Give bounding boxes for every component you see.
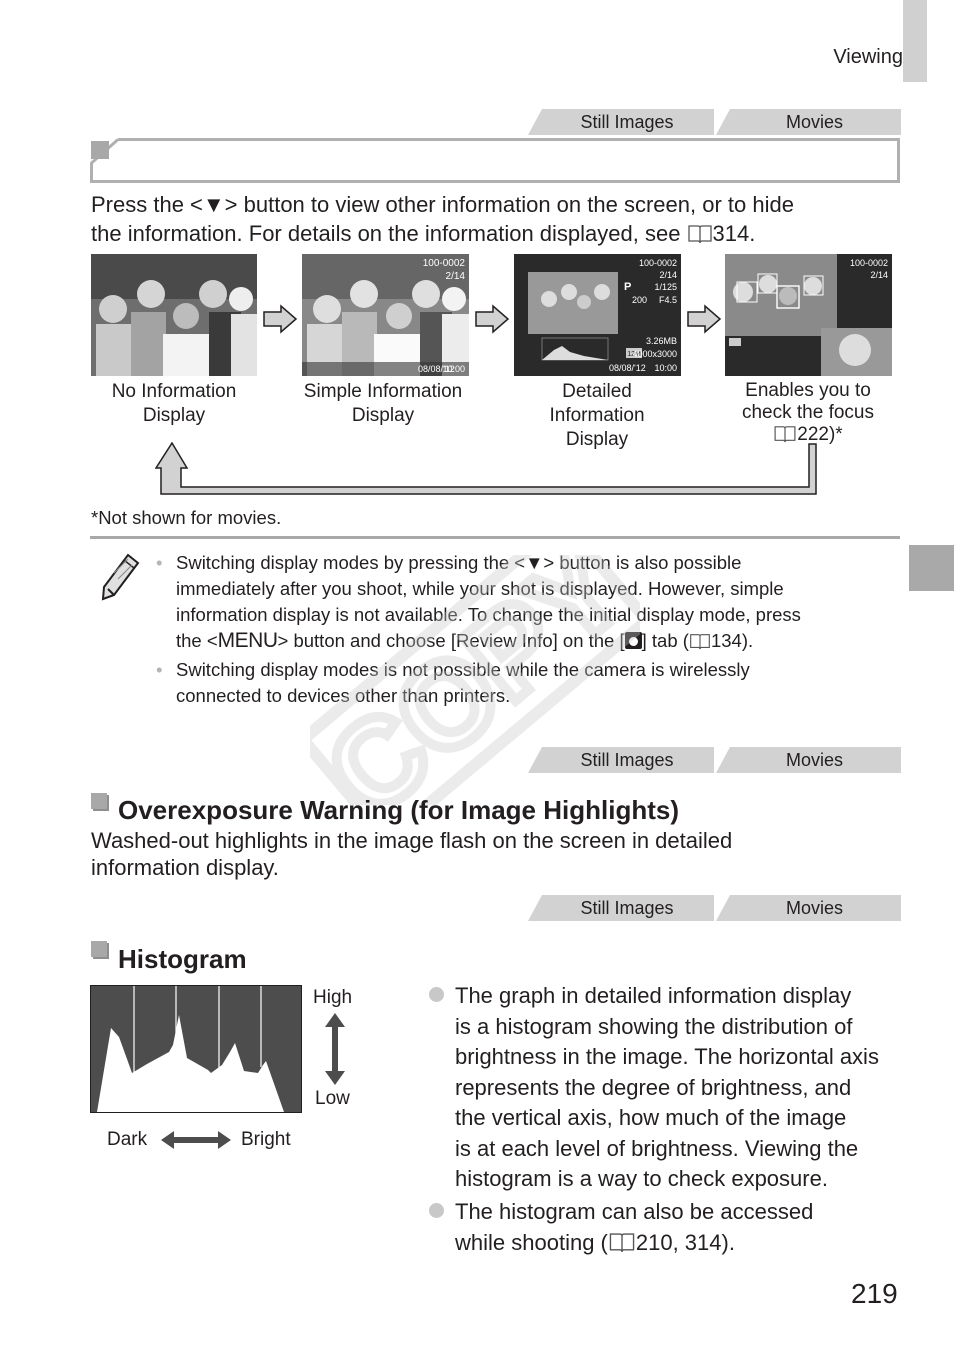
arrow-right-icon bbox=[475, 304, 510, 334]
photo-detailed-information: 100-0002 2/14 P 1/125 200 F4.5 3.26MB 12… bbox=[514, 254, 681, 376]
vertical-double-arrow-icon bbox=[325, 1013, 345, 1085]
svg-text:F4.5: F4.5 bbox=[659, 295, 677, 305]
camera-tab-icon bbox=[624, 632, 642, 649]
media-type-tabs: Still Images Movies bbox=[528, 895, 901, 921]
arrow-right-icon bbox=[263, 304, 298, 334]
svg-text:10:00: 10:00 bbox=[654, 363, 677, 373]
page-number: 219 bbox=[851, 1278, 898, 1309]
chapter-index-marker bbox=[909, 545, 954, 591]
note-bullet-2: • Switching display modes is not possibl… bbox=[156, 659, 750, 706]
photo-focus-check: 100-0002 2/14 bbox=[725, 254, 892, 376]
photo-simple-information: 100-0002 2/14 08/08/'12 10:00 bbox=[302, 254, 469, 376]
overlay-time: 10:00 bbox=[442, 364, 465, 374]
histogram-diagram bbox=[90, 985, 302, 1113]
menu-button-label: MENU bbox=[217, 629, 278, 652]
label-high: High bbox=[313, 987, 353, 1008]
chapter-tab-marker bbox=[903, 0, 927, 82]
caption-focus-check: Enables you to check the focus 222)* bbox=[741, 380, 875, 445]
bullet-dot: • bbox=[156, 659, 163, 680]
overexposure-description: Washed-out highlights in the image flash… bbox=[91, 828, 733, 880]
tab-still-images: Still Images bbox=[528, 895, 714, 921]
svg-text:100-0002: 100-0002 bbox=[850, 258, 888, 268]
label-dark: Dark bbox=[107, 1129, 148, 1150]
bullet-dot bbox=[429, 987, 444, 1002]
histogram-bullet-2: The histogram can also be accessed while… bbox=[455, 1199, 814, 1255]
book-icon bbox=[687, 222, 713, 244]
svg-text:1/125: 1/125 bbox=[654, 282, 677, 292]
svg-text:2/14: 2/14 bbox=[659, 270, 677, 280]
label-bright: Bright bbox=[241, 1129, 291, 1150]
tab-movies: Movies bbox=[716, 109, 901, 135]
bullet-dot: • bbox=[156, 552, 163, 573]
heading-square-icon bbox=[91, 141, 109, 159]
overlay-file-number: 100-0002 bbox=[423, 258, 466, 269]
tab-movies: Movies bbox=[716, 747, 901, 773]
intro-paragraph: Press the <▼> button to view other infor… bbox=[91, 192, 794, 246]
section-label: Viewing bbox=[833, 46, 903, 68]
section-heading-frame bbox=[90, 138, 900, 183]
bullet-dot bbox=[429, 1203, 444, 1218]
svg-text:08/08/'12: 08/08/'12 bbox=[609, 363, 646, 373]
horizontal-double-arrow-icon bbox=[161, 1131, 231, 1149]
svg-text:2/14: 2/14 bbox=[870, 270, 888, 280]
pencil-note-icon bbox=[101, 553, 140, 601]
book-icon bbox=[773, 425, 797, 443]
book-icon bbox=[689, 631, 711, 650]
footnote: *Not shown for movies. bbox=[91, 507, 282, 528]
note-bullet-1: • Switching display modes by pressing th… bbox=[156, 552, 801, 652]
arrow-right-icon bbox=[687, 304, 722, 334]
divider bbox=[90, 536, 900, 539]
svg-text:100-0002: 100-0002 bbox=[639, 258, 677, 268]
histogram-heading: Histogram bbox=[118, 944, 247, 974]
tab-still-images: Still Images bbox=[528, 109, 714, 135]
media-type-tabs: Still Images Movies bbox=[528, 109, 901, 135]
histogram-bullet-1: The graph in detailed information displa… bbox=[455, 983, 879, 1191]
svg-text:3.26MB: 3.26MB bbox=[646, 336, 677, 346]
heading-square-icon bbox=[91, 793, 107, 809]
svg-text:4000x3000: 4000x3000 bbox=[632, 349, 677, 359]
media-type-tabs: Still Images Movies bbox=[528, 747, 901, 773]
cycle-return-arrow-icon bbox=[155, 442, 817, 495]
svg-text:P: P bbox=[624, 281, 631, 293]
overlay-count: 2/14 bbox=[446, 271, 466, 282]
tab-still-images: Still Images bbox=[528, 747, 714, 773]
caption-no-information: No Information Display bbox=[111, 381, 237, 426]
tab-movies: Movies bbox=[716, 895, 901, 921]
overexposure-heading: Overexposure Warning (for Image Highligh… bbox=[118, 795, 679, 825]
heading-square-icon bbox=[91, 941, 107, 957]
caption-simple-information: Simple Information Display bbox=[303, 381, 463, 426]
photo-no-information bbox=[91, 254, 257, 376]
svg-text:200: 200 bbox=[632, 295, 647, 305]
label-low: Low bbox=[315, 1088, 350, 1109]
book-icon bbox=[608, 1231, 636, 1252]
